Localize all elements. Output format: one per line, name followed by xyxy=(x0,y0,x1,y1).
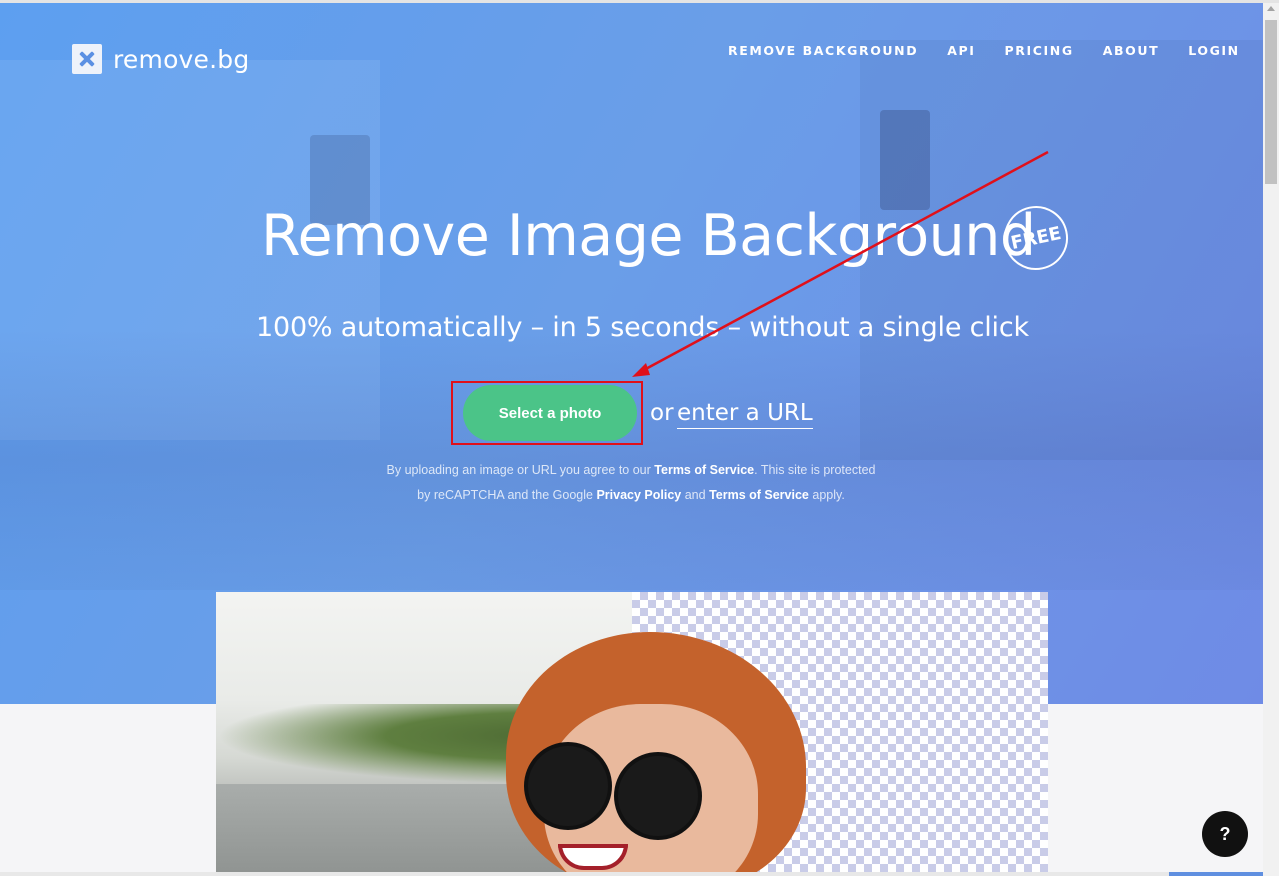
legal-text: apply. xyxy=(812,488,845,502)
scrollbar-thumb[interactable] xyxy=(1265,20,1277,184)
legal-text: by reCAPTCHA and the Google xyxy=(417,488,593,502)
legal-text: . This site is protected xyxy=(754,463,876,477)
demo-image xyxy=(216,592,1048,876)
annotation-highlight-box xyxy=(451,381,643,445)
legal-notice: By uploading an image or URL you agree t… xyxy=(360,458,902,508)
page-title: Remove Image Background xyxy=(261,203,1036,269)
or-text: or xyxy=(650,400,674,426)
top-nav: REMOVE BACKGROUND API PRICING ABOUT LOGI… xyxy=(728,43,1240,58)
bottom-strip xyxy=(0,872,1263,876)
brand-logo[interactable]: remove.bg xyxy=(72,44,249,74)
nav-pricing[interactable]: PRICING xyxy=(1005,43,1074,58)
demo-sunglasses-left xyxy=(524,742,612,830)
terms-of-service-link[interactable]: Terms of Service xyxy=(709,488,809,502)
legal-text: By uploading an image or URL you agree t… xyxy=(386,463,651,477)
nav-about[interactable]: ABOUT xyxy=(1103,43,1160,58)
enter-url-link[interactable]: enter a URL xyxy=(677,400,813,429)
x-logo-icon xyxy=(72,44,102,74)
bottom-blue-bar xyxy=(1169,872,1263,876)
nav-login[interactable]: LOGIN xyxy=(1188,43,1240,58)
privacy-policy-link[interactable]: Privacy Policy xyxy=(596,488,681,502)
window-top-border xyxy=(0,0,1279,3)
demo-sunglasses-right xyxy=(614,752,702,840)
help-button[interactable]: ? xyxy=(1202,811,1248,857)
legal-text: and xyxy=(684,488,706,502)
terms-of-service-link[interactable]: Terms of Service xyxy=(654,463,754,477)
nav-api[interactable]: API xyxy=(947,43,975,58)
scroll-up-arrow-icon[interactable] xyxy=(1267,6,1275,11)
nav-remove-background[interactable]: REMOVE BACKGROUND xyxy=(728,43,918,58)
page-subtitle: 100% automatically – in 5 seconds – with… xyxy=(256,312,1029,343)
brand-name: remove.bg xyxy=(113,44,250,74)
background-traffic-light xyxy=(880,110,930,210)
